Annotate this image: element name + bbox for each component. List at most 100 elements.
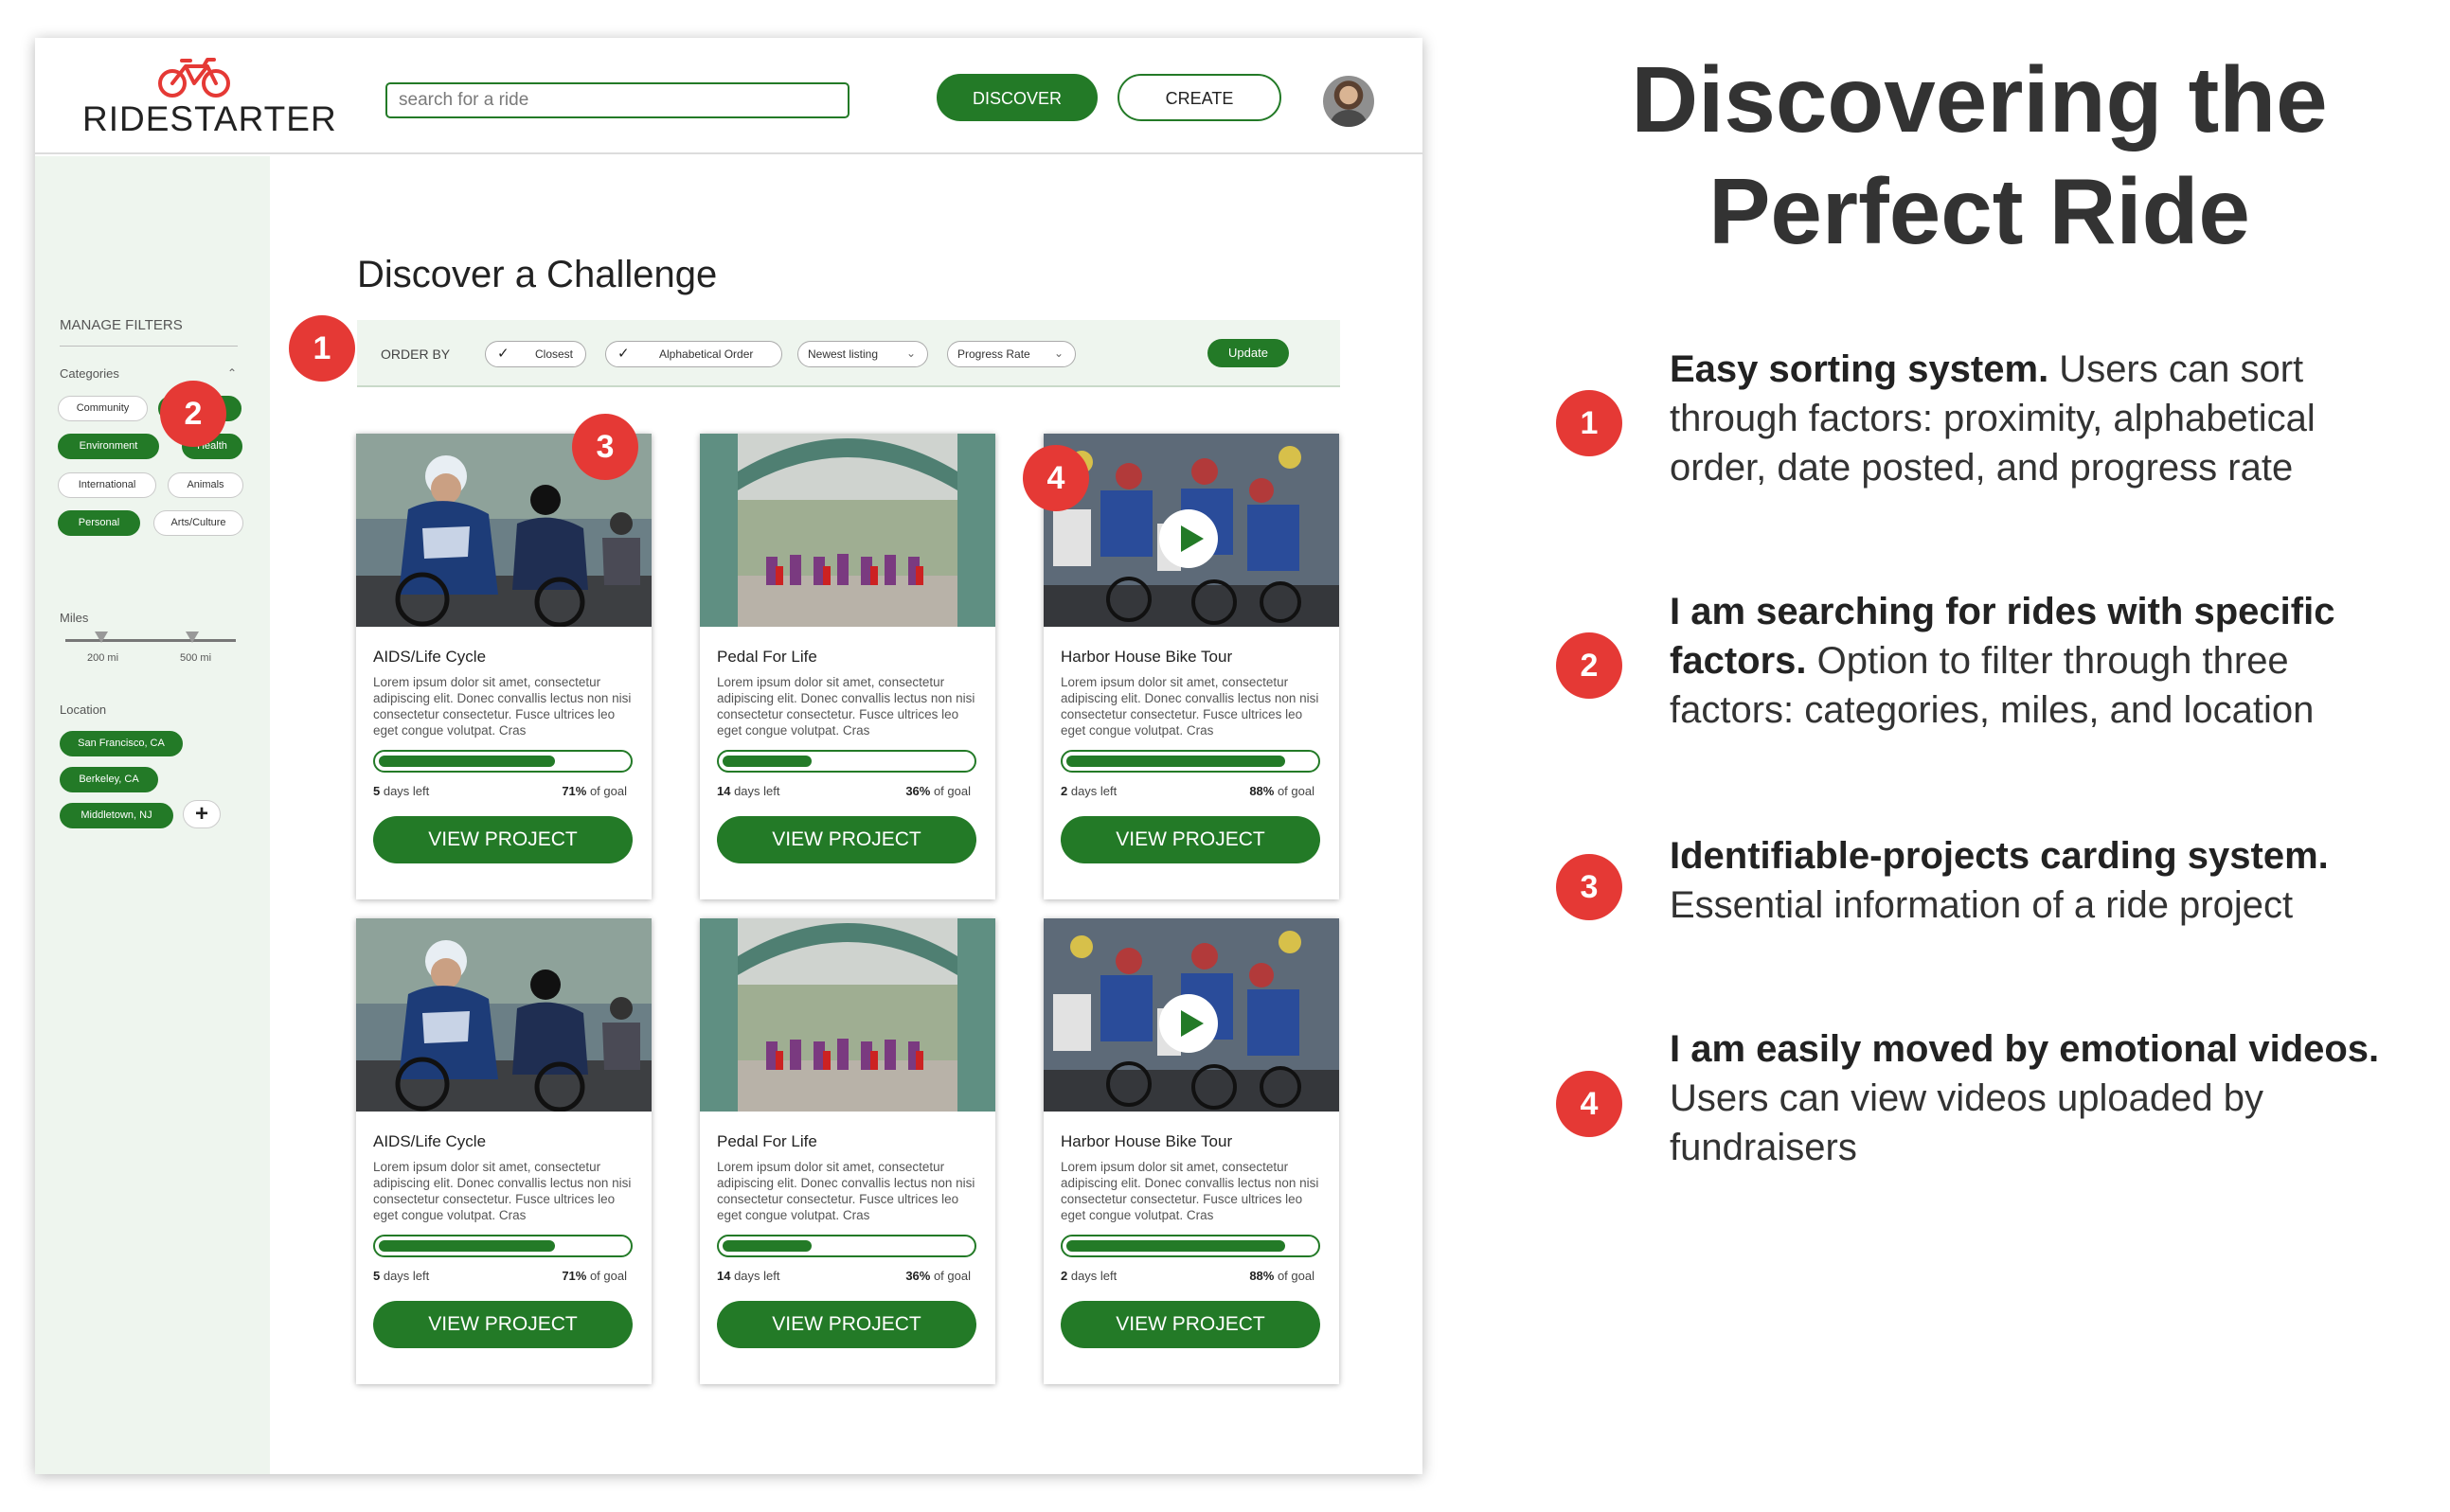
order-option-progress-rate[interactable]: Progress Rate ⌄: [947, 341, 1076, 367]
order-by-bar: ORDER BY ✓ Closest ✓ Alphabetical Order …: [357, 320, 1340, 387]
order-option-newest-listing[interactable]: Newest listing ⌄: [797, 341, 928, 367]
days-left: 2 days left: [1061, 1269, 1117, 1283]
project-card[interactable]: Pedal For Life Lorem ipsum dolor sit amet…: [700, 918, 995, 1384]
add-location-button[interactable]: +: [183, 800, 221, 828]
project-card[interactable]: AIDS/Life Cycle Lorem ipsum dolor sit ame…: [356, 434, 652, 899]
order-option-label: Newest listing: [808, 347, 879, 361]
project-image[interactable]: [700, 434, 995, 627]
top-navbar: RIDESTARTER DISCOVER CREATE: [35, 38, 1422, 154]
project-title[interactable]: AIDS/Life Cycle: [373, 648, 486, 667]
progress-bar: [717, 1235, 976, 1257]
miles-slider-max-handle[interactable]: [186, 631, 199, 643]
divider: [60, 346, 238, 347]
project-image[interactable]: [1044, 434, 1339, 627]
category-chip-arts-culture[interactable]: Arts/Culture: [153, 510, 243, 536]
goal-percent-number: 71%: [562, 784, 587, 798]
days-left-text: days left: [1067, 784, 1118, 798]
project-card[interactable]: Harbor House Bike Tour Lorem ipsum dolor …: [1044, 918, 1339, 1384]
annotation-badge-1: 1: [289, 315, 355, 382]
chevron-down-icon: ⌄: [905, 347, 916, 360]
user-avatar[interactable]: [1323, 76, 1374, 127]
note-3: Identifiable-projects carding system. Es…: [1670, 831, 2418, 930]
category-chip-international[interactable]: International: [58, 472, 156, 498]
project-title[interactable]: Harbor House Bike Tour: [1061, 648, 1232, 667]
create-button[interactable]: CREATE: [1118, 74, 1281, 121]
annotation-badge-3: 3: [572, 414, 638, 480]
view-project-button[interactable]: VIEW PROJECT: [373, 816, 633, 863]
note-4: I am easily moved by emotional videos. U…: [1670, 1024, 2418, 1172]
project-description: Lorem ipsum dolor sit amet, consectetur …: [373, 1160, 632, 1222]
progress-bar: [373, 750, 633, 773]
goal-percent-text: of goal: [586, 1269, 627, 1283]
project-title[interactable]: Pedal For Life: [717, 648, 817, 667]
category-chip-personal[interactable]: Personal: [58, 510, 140, 536]
project-card[interactable]: Harbor House Bike Tour Lorem ipsum dolor …: [1044, 434, 1339, 899]
progress-bar-fill: [379, 1240, 555, 1252]
note-1: Easy sorting system. Users can sort thro…: [1670, 345, 2418, 492]
category-chip-environment[interactable]: Environment: [58, 434, 159, 459]
view-project-button[interactable]: VIEW PROJECT: [373, 1301, 633, 1348]
collapse-caret-icon[interactable]: ⌃: [227, 366, 237, 380]
goal-percent-number: 71%: [562, 1269, 587, 1283]
progress-bar-fill: [379, 756, 555, 767]
order-option-label: Progress Rate: [957, 347, 1030, 361]
view-project-button[interactable]: VIEW PROJECT: [717, 816, 976, 863]
miles-slider-track[interactable]: [65, 639, 236, 642]
note-badge-3: 3: [1556, 854, 1622, 920]
category-chip-community[interactable]: Community: [58, 396, 148, 421]
goal-percent-number: 88%: [1249, 784, 1275, 798]
categories-label: Categories: [60, 366, 119, 381]
goal-percent: 36% of goal: [905, 784, 971, 798]
progress-bar-fill: [723, 1240, 813, 1252]
note-1-bold: Easy sorting system.: [1670, 348, 2049, 390]
goal-percent: 88% of goal: [1249, 784, 1314, 798]
project-title[interactable]: Harbor House Bike Tour: [1061, 1132, 1232, 1151]
category-chip-animals[interactable]: Animals: [168, 472, 243, 498]
view-project-button[interactable]: VIEW PROJECT: [1061, 1301, 1320, 1348]
play-video-icon[interactable]: [1159, 994, 1218, 1053]
progress-bar-fill: [1066, 1240, 1285, 1252]
filter-sidebar: MANAGE FILTERS Categories ⌃ Community Ed…: [35, 156, 270, 1474]
play-video-icon[interactable]: [1159, 509, 1218, 568]
annotation-badge-4: 4: [1023, 445, 1089, 511]
project-title[interactable]: AIDS/Life Cycle: [373, 1132, 486, 1151]
days-left: 5 days left: [373, 1269, 429, 1283]
project-image[interactable]: [1044, 918, 1339, 1112]
manage-filters-label: MANAGE FILTERS: [60, 317, 183, 333]
page-title: Discover a Challenge: [357, 254, 718, 295]
location-chip-san-francisco[interactable]: San Francisco, CA: [60, 731, 183, 756]
location-chip-middletown[interactable]: Middletown, NJ: [60, 803, 173, 828]
view-project-button[interactable]: VIEW PROJECT: [1061, 816, 1320, 863]
miles-slider-min-handle[interactable]: [95, 631, 108, 643]
check-icon: ✓: [497, 346, 510, 362]
project-image[interactable]: [356, 918, 652, 1112]
project-card[interactable]: Pedal For Life Lorem ipsum dolor sit amet…: [700, 434, 995, 899]
chevron-down-icon: ⌄: [1053, 347, 1064, 360]
project-image[interactable]: [700, 918, 995, 1112]
goal-percent-text: of goal: [586, 784, 627, 798]
order-by-label: ORDER BY: [381, 347, 451, 362]
heading-line-2: Perfect Ride: [1708, 159, 2250, 263]
order-option-closest[interactable]: ✓ Closest: [485, 341, 586, 367]
progress-bar-fill: [1066, 756, 1285, 767]
discover-button[interactable]: DISCOVER: [937, 74, 1098, 121]
project-description: Lorem ipsum dolor sit amet, consectetur …: [1061, 675, 1319, 738]
update-button[interactable]: Update: [1207, 339, 1289, 367]
location-chip-berkeley[interactable]: Berkeley, CA: [60, 767, 158, 792]
note-badge-4: 4: [1556, 1071, 1622, 1137]
view-project-button[interactable]: VIEW PROJECT: [717, 1301, 976, 1348]
goal-percent-text: of goal: [930, 1269, 971, 1283]
days-left-text: days left: [380, 1269, 430, 1283]
goal-percent: 88% of goal: [1249, 1269, 1314, 1283]
location-label: Location: [60, 703, 107, 717]
days-left: 5 days left: [373, 784, 429, 798]
project-description: Lorem ipsum dolor sit amet, consectetur …: [717, 675, 975, 738]
order-option-alphabetical[interactable]: ✓ Alphabetical Order: [605, 341, 782, 367]
project-card[interactable]: AIDS/Life Cycle Lorem ipsum dolor sit ame…: [356, 918, 652, 1384]
brand-logo-text[interactable]: RIDESTARTER: [82, 99, 337, 139]
days-left-text: days left: [1067, 1269, 1118, 1283]
search-input[interactable]: [385, 82, 849, 118]
project-title[interactable]: Pedal For Life: [717, 1132, 817, 1151]
days-left: 14 days left: [717, 784, 780, 798]
miles-min-label: 200 mi: [87, 652, 119, 664]
